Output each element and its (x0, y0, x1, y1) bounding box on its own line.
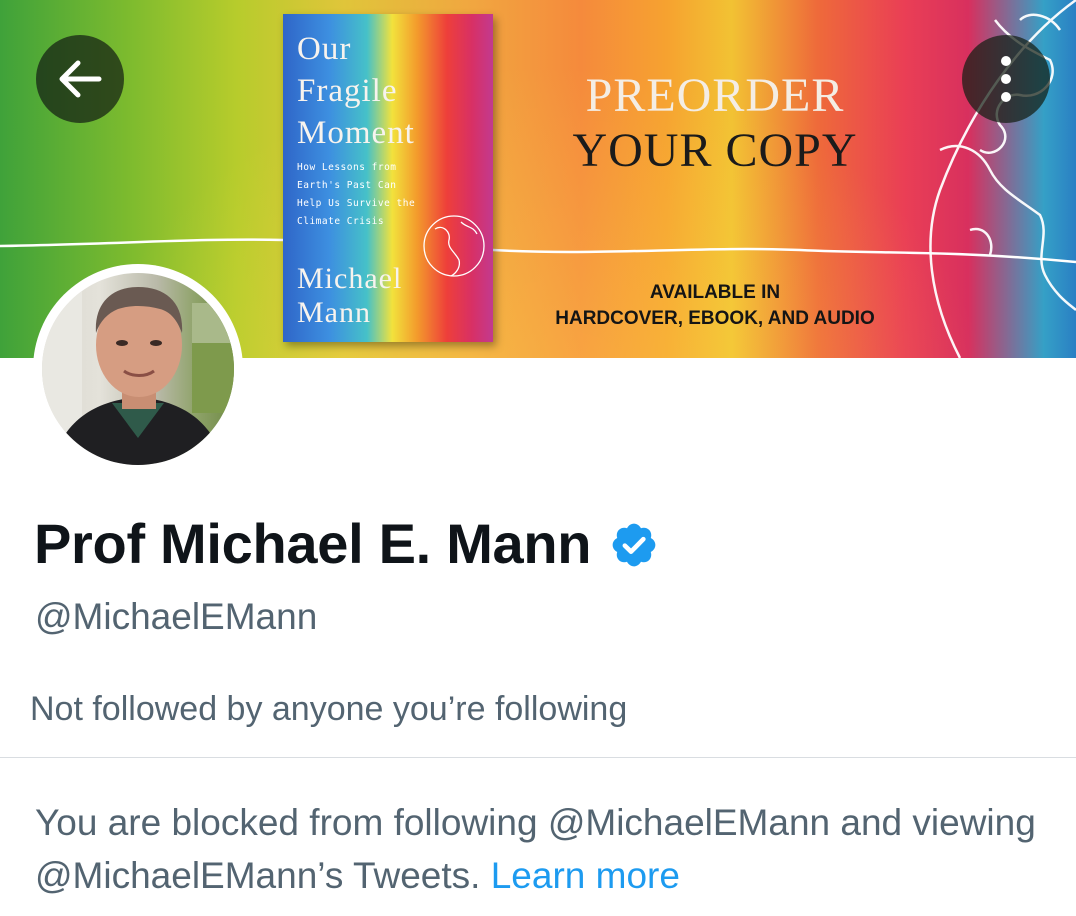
book-author-line: Mann (297, 296, 371, 329)
divider (0, 757, 1076, 758)
book-author-line: Michael (297, 262, 403, 295)
display-name: Prof Michael E. Mann (34, 511, 592, 575)
avatar-portrait-image (42, 273, 234, 465)
preorder-line: YOUR COPY (572, 124, 858, 177)
avatar (42, 273, 234, 465)
book-subtitle: How Lessons from Earth's Past Can Help U… (297, 159, 417, 231)
book-title-line: Moment (297, 115, 415, 151)
availability-line: HARDCOVER, EBOOK, AND AUDIO (555, 308, 875, 329)
book-subtitle-line: How Lessons from (297, 162, 397, 173)
followers-you-know-text: Not followed by anyone you’re following (30, 690, 628, 728)
blocked-notice: You are blocked from following @MichaelE… (35, 796, 1055, 902)
arrow-left-icon (59, 60, 102, 98)
more-vertical-icon (1001, 56, 1011, 102)
preorder-line: PREORDER (585, 69, 845, 122)
learn-more-link[interactable]: Learn more (491, 855, 680, 896)
profile-avatar[interactable] (33, 264, 243, 474)
verified-badge-icon[interactable] (609, 520, 659, 570)
book-cover-image: Our Fragile Moment How Lessons from Eart… (283, 14, 493, 342)
book-subtitle-line: Help Us Survive the (297, 198, 416, 209)
book-title-line: Fragile (297, 73, 398, 109)
book-subtitle-line: Earth's Past Can (297, 180, 397, 191)
book-title-line: Our (297, 31, 352, 67)
back-button[interactable] (36, 35, 124, 123)
availability-line: AVAILABLE IN (649, 282, 781, 303)
more-options-button[interactable] (962, 35, 1050, 123)
display-name-row: Prof Michael E. Mann (34, 508, 659, 578)
book-author: Michael Mann (297, 262, 427, 330)
book-subtitle-line: Climate Crisis (297, 216, 385, 227)
book-globe-icon (423, 215, 485, 277)
preorder-headline: PREORDER YOUR COPY (560, 68, 870, 178)
availability-text: AVAILABLE IN HARDCOVER, EBOOK, AND AUDIO (530, 280, 900, 332)
user-handle: @MichaelEMann (35, 596, 318, 637)
book-title: Our Fragile Moment (297, 28, 487, 154)
